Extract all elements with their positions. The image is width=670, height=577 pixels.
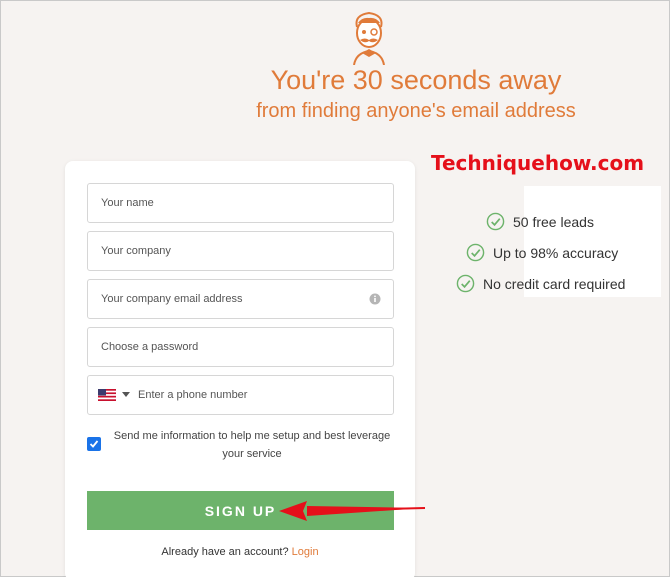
consent-row: Send me information to help me setup and…	[87, 427, 397, 463]
login-prompt: Already have an account?	[161, 546, 289, 558]
feature-list: 50 free leads Up to 98% accuracy No cred…	[441, 206, 661, 299]
annotation-arrow-icon	[279, 501, 426, 521]
page-headline: You're 30 seconds away	[270, 65, 562, 95]
feature-item: 50 free leads	[441, 206, 661, 237]
email-field[interactable]	[87, 279, 394, 319]
login-link[interactable]: Login	[292, 546, 319, 558]
company-field[interactable]	[87, 231, 394, 271]
us-flag-icon[interactable]	[98, 389, 116, 401]
signup-page: You're 30 seconds away from finding anyo…	[1, 1, 669, 577]
feature-label: 50 free leads	[513, 213, 594, 230]
check-circle-icon	[456, 274, 475, 293]
name-input[interactable]	[101, 197, 393, 209]
name-field[interactable]	[87, 183, 394, 223]
mustache-man-logo	[353, 11, 385, 65]
phone-input[interactable]	[138, 389, 393, 401]
consent-checkbox[interactable]	[87, 437, 101, 451]
chevron-down-icon[interactable]	[122, 392, 130, 398]
checkmark-icon	[89, 440, 99, 448]
login-prompt-line: Already have an account? Login	[65, 546, 415, 558]
company-input[interactable]	[101, 245, 393, 257]
page-subheadline: from finding anyone's email address	[256, 100, 576, 122]
feature-label: Up to 98% accuracy	[493, 244, 619, 261]
password-field[interactable]	[87, 327, 394, 367]
consent-label: Send me information to help me setup and…	[113, 430, 391, 460]
watermark-text: Techniquehow.com	[431, 151, 645, 175]
check-circle-icon	[486, 212, 505, 231]
feature-item: Up to 98% accuracy	[441, 237, 661, 268]
feature-label: No credit card required	[483, 275, 626, 292]
info-icon[interactable]	[369, 293, 381, 305]
email-input[interactable]	[101, 293, 393, 305]
feature-item: No credit card required	[441, 268, 661, 299]
phone-field[interactable]	[87, 375, 394, 415]
check-circle-icon	[466, 243, 485, 262]
password-input[interactable]	[101, 341, 393, 353]
